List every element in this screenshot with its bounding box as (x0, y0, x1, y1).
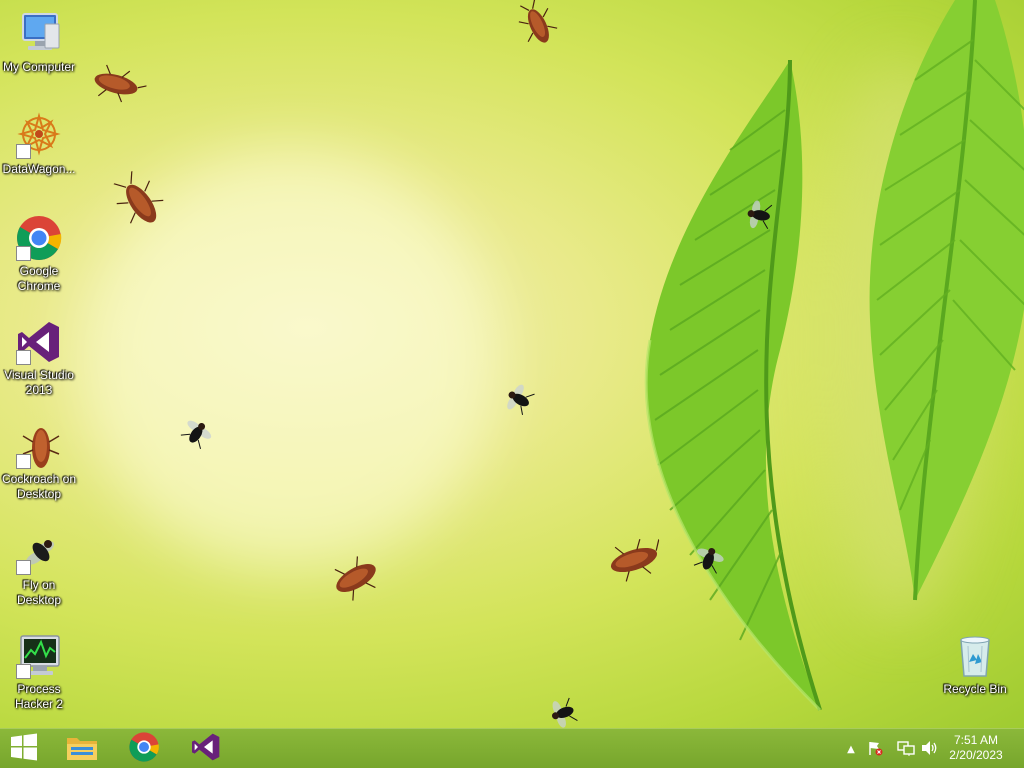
chevron-up-icon: ▲ (847, 743, 855, 755)
shortcut-arrow-icon (16, 350, 31, 365)
windows-start-icon (10, 733, 38, 765)
chrome-icon (128, 731, 160, 767)
desktop-icon-cockroach[interactable]: Cockroach on Desktop (0, 422, 78, 502)
fly-icon (15, 528, 63, 576)
fly-sprite (551, 697, 578, 728)
taskbar-visual-studio-button[interactable] (178, 729, 234, 769)
start-button[interactable] (0, 729, 48, 769)
clock-date: 2/20/2023 (949, 748, 1003, 762)
taskbar-clock[interactable]: 7:51 AM 2/20/2023 (936, 733, 1016, 763)
desktop-wallpaper[interactable]: My Computer DataWagon... Google Chrome V… (0, 0, 1024, 728)
visual-studio-icon (190, 731, 222, 767)
computer-icon (15, 10, 63, 58)
shortcut-arrow-icon (16, 664, 31, 679)
tray-action-center[interactable] (864, 729, 886, 769)
fern-leaf-left (644, 59, 822, 712)
shortcut-arrow-icon (16, 246, 31, 261)
file-explorer-icon (65, 732, 99, 766)
cockroach-icon (15, 422, 63, 470)
desktop-icon-datawagon[interactable]: DataWagon... (0, 112, 78, 177)
taskbar-chrome-button[interactable] (116, 729, 172, 769)
desktop-icon-my-computer[interactable]: My Computer (0, 10, 78, 75)
desktop-icon-recycle-bin[interactable]: Recycle Bin (936, 632, 1014, 697)
shortcut-arrow-icon (16, 144, 31, 159)
show-hidden-icons-button[interactable]: ▲ (842, 729, 860, 769)
desktop-icon-process-hacker[interactable]: Process Hacker 2 (0, 632, 78, 712)
fly-sprite (507, 384, 535, 415)
chrome-icon (15, 214, 63, 262)
cockroach-sprite (518, 0, 558, 43)
fly-sprite (747, 200, 773, 229)
visual-studio-icon (15, 318, 63, 366)
shortcut-arrow-icon (16, 454, 31, 469)
clock-time: 7:51 AM (953, 733, 999, 747)
process-hacker-icon (15, 632, 63, 680)
desktop-icon-fly[interactable]: Fly on Desktop (0, 528, 78, 608)
desktop-icon-google-chrome[interactable]: Google Chrome (0, 214, 78, 294)
tray-network[interactable] (894, 729, 918, 769)
shortcut-arrow-icon (16, 560, 31, 575)
recycle-bin-icon (951, 632, 999, 680)
datawagon-icon (15, 112, 63, 160)
network-icon (897, 740, 915, 759)
taskbar: ▲ 7:51 AM 2/20/2023 (0, 728, 1024, 768)
desktop-icon-visual-studio[interactable]: Visual Studio 2013 (0, 318, 78, 398)
fern-leaf-right (869, 0, 1024, 601)
taskbar-file-explorer-button[interactable] (54, 729, 110, 769)
action-center-flag-icon (867, 740, 883, 759)
cockroach-sprite (94, 64, 147, 103)
